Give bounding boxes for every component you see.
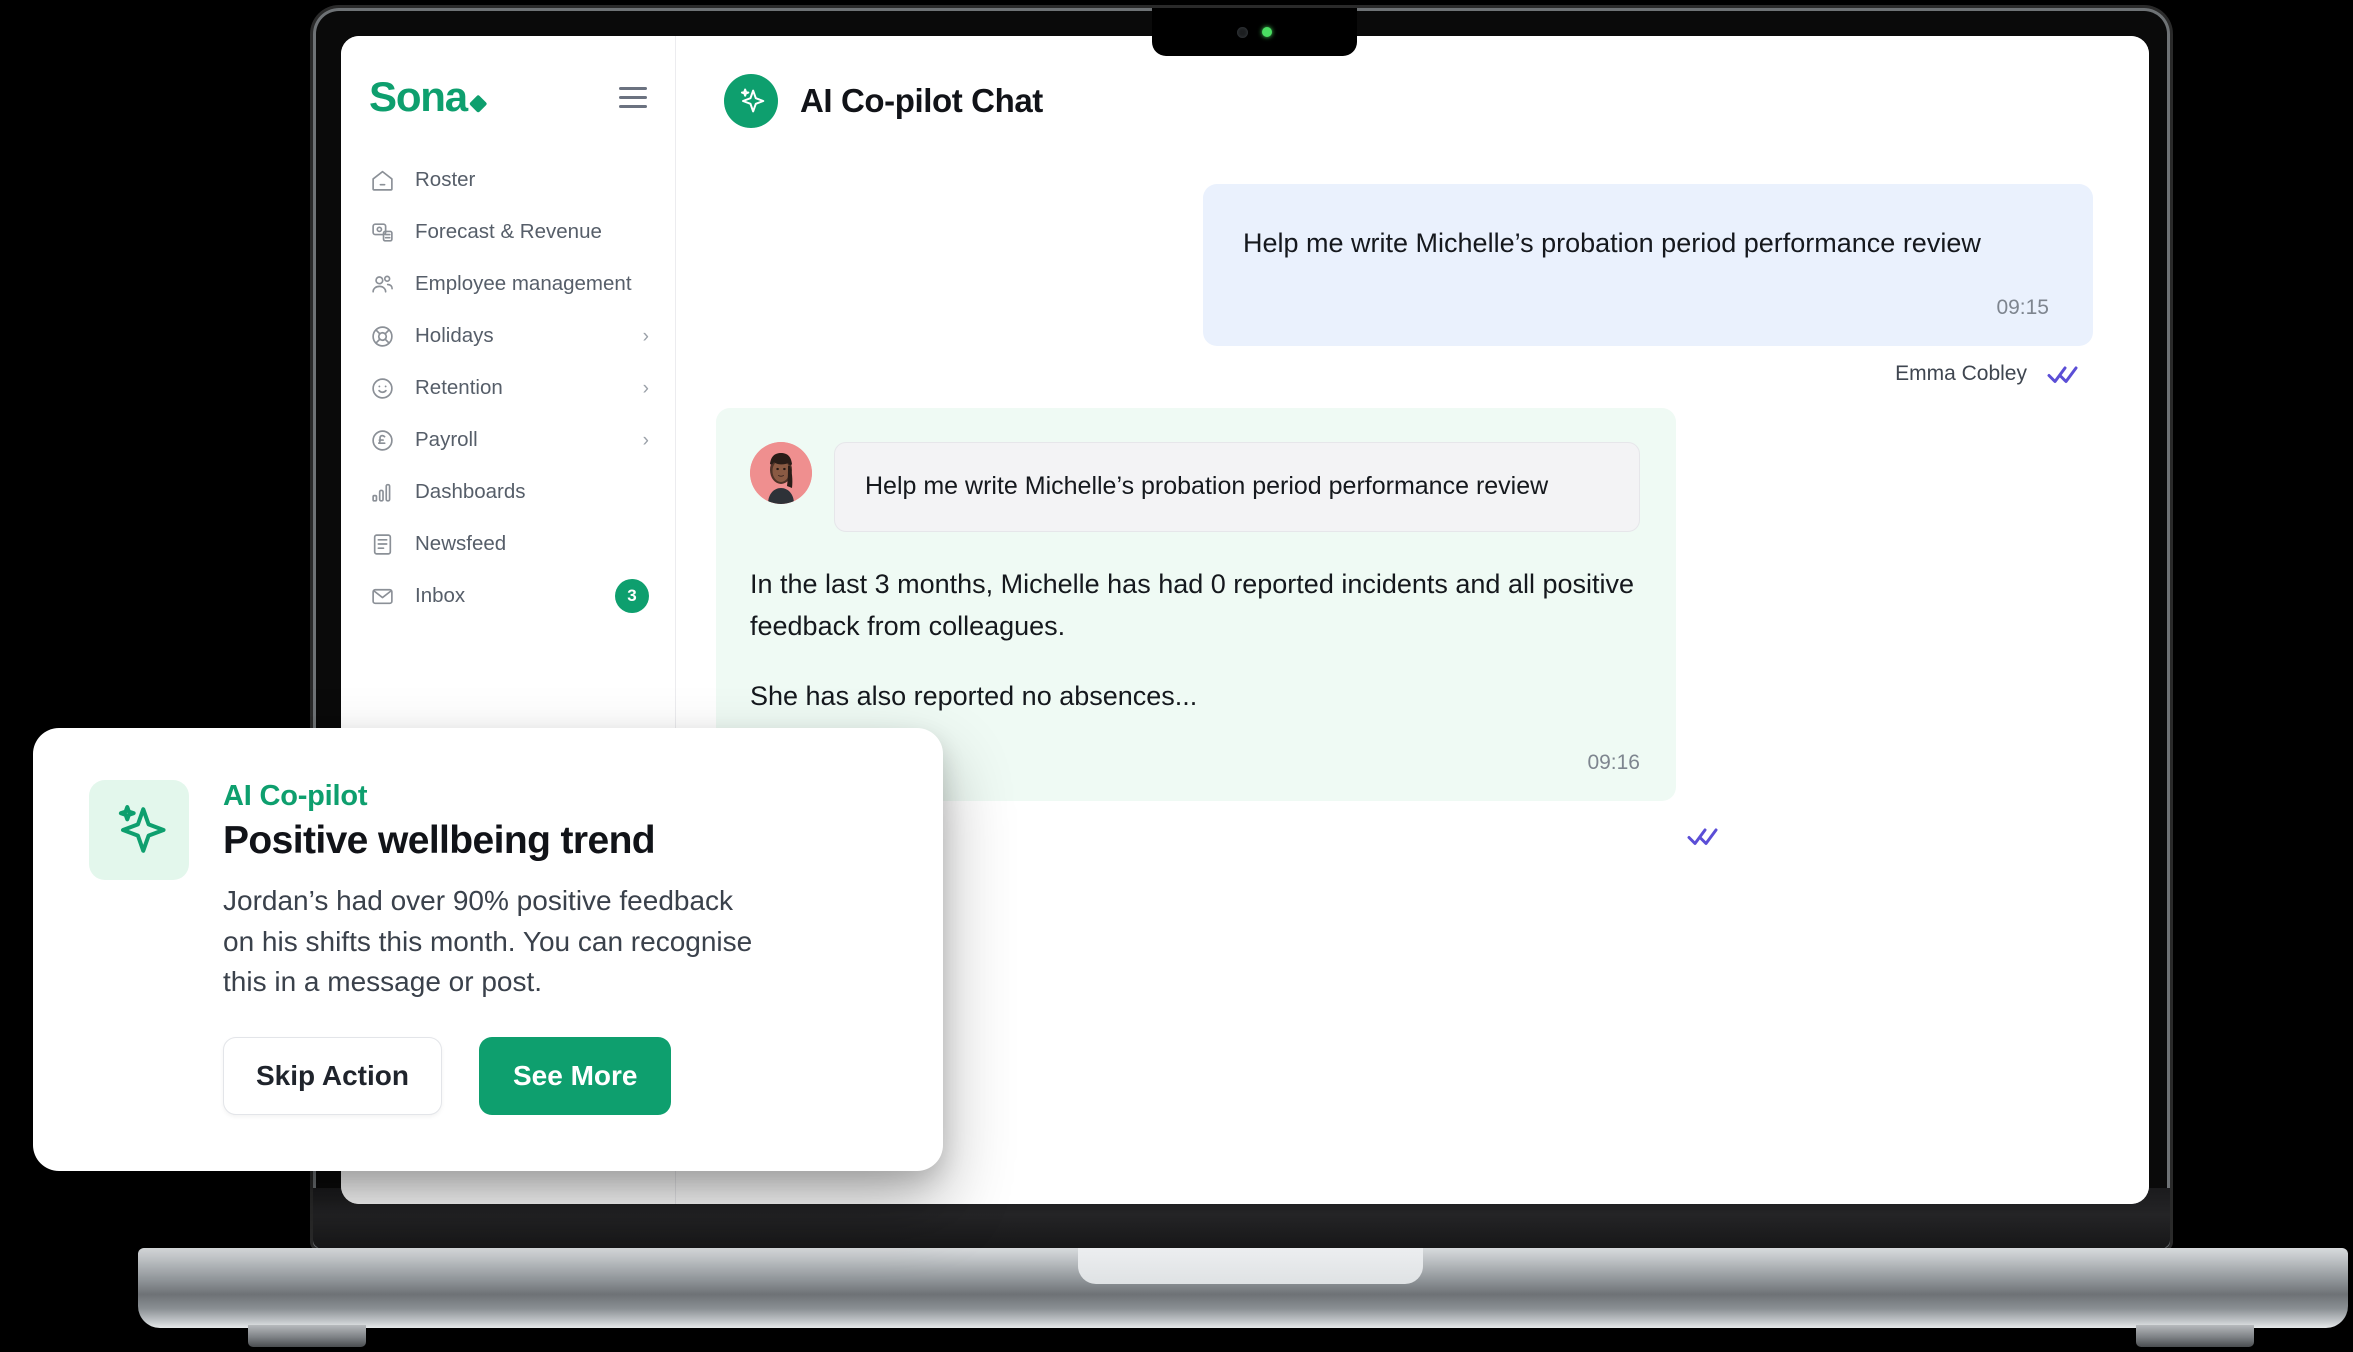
- sidebar-item-employee-management[interactable]: Employee management: [341, 258, 675, 310]
- sidebar-item-dashboards[interactable]: Dashboards: [341, 466, 675, 518]
- avatar-photo-icon: [750, 442, 812, 505]
- document-icon: [369, 531, 396, 558]
- sidebar-item-forecast-revenue[interactable]: Forecast & Revenue: [341, 206, 675, 258]
- copilot-notification-card[interactable]: AI Co-pilot Positive wellbeing trend Jor…: [33, 728, 943, 1171]
- sidebar-item-label: Dashboards: [415, 480, 526, 503]
- envelope-icon: [369, 583, 396, 610]
- answer-paragraph-1: In the last 3 months, Michelle has had 0…: [750, 568, 1635, 641]
- sidebar-header: Sona: [341, 36, 675, 128]
- message-sender-name: Emma Cobley: [1895, 362, 2027, 386]
- sidebar-item-holidays[interactable]: Holidays ›: [341, 310, 675, 362]
- sidebar-item-newsfeed[interactable]: Newsfeed: [341, 518, 675, 570]
- avatar: [750, 442, 812, 505]
- camera-dot-icon: [1237, 26, 1248, 38]
- quoted-text-box: Help me write Michelle’s probation perio…: [834, 442, 1640, 532]
- laptop-base-notch: [1078, 1248, 1423, 1284]
- page-header: AI Co-pilot Chat: [676, 36, 2149, 128]
- bar-chart-icon: [369, 479, 396, 506]
- sparkle-icon: [724, 74, 778, 128]
- laptop-scene: Sona Roster Forecast & Revenue Employee …: [0, 0, 2353, 1352]
- status-led-icon: [1262, 27, 1272, 37]
- message-bubble-outgoing[interactable]: Help me write Michelle’s probation perio…: [1203, 184, 2093, 347]
- hamburger-icon[interactable]: [619, 86, 647, 108]
- sidebar-item-label: Forecast & Revenue: [415, 220, 602, 243]
- laptop-camera-notch: [1152, 8, 1357, 56]
- lifebuoy-icon: [369, 323, 396, 350]
- brand-name: Sona: [369, 73, 468, 120]
- message-timestamp: 09:15: [1996, 296, 2049, 320]
- sidebar-nav: Roster Forecast & Revenue Employee manag…: [341, 154, 675, 622]
- copilot-card-body-text: Jordan’s had over 90% positive feedback …: [223, 885, 753, 998]
- quoted-message-text: Help me write Michelle’s probation perio…: [865, 472, 1549, 501]
- sidebar-item-retention[interactable]: Retention ›: [341, 362, 675, 414]
- smiley-icon: [369, 375, 396, 402]
- see-more-button[interactable]: See More: [478, 1036, 672, 1115]
- laptop-foot-left: [248, 1325, 366, 1347]
- message-text: Help me write Michelle’s probation perio…: [1243, 228, 1981, 258]
- copilot-card-actions: Skip Action See More: [223, 1036, 887, 1115]
- people-icon: [369, 271, 396, 298]
- sidebar-item-label: Payroll: [415, 428, 478, 451]
- double-check-icon: [2047, 363, 2081, 385]
- sidebar-item-label: Employee management: [415, 272, 632, 295]
- inbox-unread-badge: 3: [615, 579, 649, 613]
- quoted-message: Help me write Michelle’s probation perio…: [750, 442, 1640, 532]
- sidebar-item-payroll[interactable]: Payroll ›: [341, 414, 675, 466]
- sidebar-item-label: Inbox: [415, 584, 466, 607]
- chevron-right-icon: ›: [642, 377, 649, 399]
- skip-action-button[interactable]: Skip Action: [223, 1036, 442, 1115]
- home-icon: [369, 167, 396, 194]
- forecast-icon: [369, 219, 396, 246]
- message-outgoing: Help me write Michelle’s probation perio…: [716, 184, 2093, 347]
- double-check-icon: [1687, 825, 1721, 847]
- pound-icon: [369, 427, 396, 454]
- sidebar-item-inbox[interactable]: Inbox 3: [341, 570, 675, 622]
- sidebar-item-roster[interactable]: Roster: [341, 154, 675, 206]
- sidebar-item-label: Holidays: [415, 324, 494, 347]
- copilot-eyebrow-label: AI Co-pilot: [223, 780, 368, 812]
- chevron-right-icon: ›: [642, 429, 649, 451]
- brand-dot-icon: [468, 94, 488, 113]
- laptop-foot-right: [2136, 1325, 2254, 1347]
- copilot-card-body: AI Co-pilot Positive wellbeing trend Jor…: [223, 780, 887, 1115]
- chevron-right-icon: ›: [642, 325, 649, 347]
- copilot-card-title: Positive wellbeing trend: [223, 819, 656, 862]
- sparkle-icon: [89, 780, 189, 880]
- sidebar-item-label: Retention: [415, 376, 503, 399]
- sidebar-item-label: Newsfeed: [415, 532, 507, 555]
- answer-paragraph-2: She has also reported no absences...: [750, 680, 1198, 711]
- assistant-answer: In the last 3 months, Michelle has had 0…: [750, 564, 1640, 718]
- sidebar-item-label: Roster: [415, 168, 476, 191]
- page-title: AI Co-pilot Chat: [800, 82, 1043, 119]
- brand-logo[interactable]: Sona: [369, 73, 488, 120]
- message-meta-outgoing: Emma Cobley: [716, 362, 2093, 386]
